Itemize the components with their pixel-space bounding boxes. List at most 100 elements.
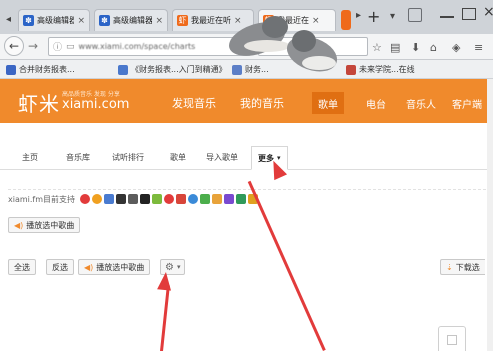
xiami-icon[interactable] — [341, 10, 351, 30]
bookmark-item[interactable]: 合并财务报表... — [6, 63, 75, 76]
logo-domain: xiami.com — [62, 97, 130, 112]
service-icon[interactable] — [236, 194, 247, 204]
service-icon[interactable] — [80, 194, 91, 204]
window-minimize-icon[interactable] — [440, 16, 454, 18]
tab-label: 我最近在 — [277, 16, 309, 25]
select-all-label: 全选 — [14, 262, 30, 272]
back-to-top-widget[interactable] — [438, 326, 466, 351]
apple-icon[interactable] — [116, 194, 127, 204]
close-icon[interactable]: × — [234, 16, 242, 26]
reading-list-icon[interactable]: ▤ — [390, 41, 400, 54]
subnav-charts[interactable]: 试听排行 — [112, 147, 144, 167]
service-icon[interactable] — [164, 194, 175, 204]
service-icon[interactable] — [92, 194, 103, 204]
tab-scroll-right-button[interactable]: ▸ — [356, 10, 361, 21]
window-restore-icon[interactable] — [408, 8, 422, 22]
baidu-paw-icon: ✽ — [23, 15, 34, 26]
browser-tab-bar: ◂ ✽ 高级编辑器 × ✽ 高级编辑器 × 虾 我最近在听 × 虾 我最近在 ×… — [0, 0, 493, 34]
xiami-icon: 虾 — [263, 15, 274, 26]
site-identity-icon: ▭ — [66, 41, 75, 52]
service-icon[interactable] — [200, 194, 211, 204]
download-icon: ⇣ — [446, 262, 453, 272]
window-maximize-icon[interactable] — [462, 8, 476, 20]
bookmark-label: 合并财务报表... — [19, 65, 75, 74]
subnav-library[interactable]: 音乐库 — [66, 147, 90, 167]
nav-radio[interactable]: 电台 — [360, 92, 392, 114]
nav-client[interactable]: 客户端 — [446, 92, 488, 114]
service-icon[interactable] — [104, 194, 115, 204]
xiami-logo[interactable]: 虾米 — [18, 88, 60, 117]
qr-code-icon — [447, 335, 457, 345]
bookmark-label: 财务... — [245, 65, 269, 74]
menu-hamburger-icon[interactable]: ≡ — [474, 41, 483, 54]
tab-label: 高级编辑器 — [113, 16, 153, 25]
bookmark-icon — [232, 64, 242, 75]
subnav-home[interactable]: 主页 — [22, 147, 38, 167]
service-icon[interactable] — [140, 194, 151, 204]
tab-editor-1[interactable]: ✽ 高级编辑器 × — [18, 9, 90, 31]
invert-selection-button[interactable]: 反选 — [46, 259, 74, 275]
select-all-button[interactable]: 全选 — [8, 259, 36, 275]
tab-list-chevron-down-icon[interactable]: ▾ — [390, 11, 395, 22]
page-scrollbar[interactable] — [487, 79, 493, 351]
play-selected-label: 播放选中歌曲 — [96, 262, 145, 272]
bookmark-star-icon[interactable]: ☆ — [372, 41, 382, 54]
bookmark-item[interactable]: 财务... — [232, 63, 269, 76]
tab-label: 高级编辑器 — [37, 16, 75, 25]
bookmark-icon — [6, 64, 16, 75]
close-icon[interactable]: × — [155, 16, 163, 26]
service-icon[interactable] — [188, 194, 199, 204]
bookmark-icon — [346, 64, 356, 75]
speaker-icon: ◀) — [14, 220, 24, 230]
close-icon[interactable]: × — [312, 16, 320, 26]
forward-arrow-icon[interactable]: → — [28, 39, 38, 53]
url-text[interactable]: www.xiami.com/space/charts — [79, 42, 234, 51]
browser-nav-bar: ← → ⓘ ▭ www.xiami.com/space/charts ↻ ⌕ ☆… — [0, 34, 493, 60]
new-tab-button[interactable]: + — [367, 7, 380, 26]
pocket-icon[interactable]: ◈ — [452, 41, 460, 54]
play-selected-button-top[interactable]: ◀) 播放选中歌曲 — [8, 217, 81, 233]
download-icon[interactable]: ⬇ — [411, 41, 420, 54]
supported-services-row: xiami.fm目前支持 — [8, 189, 486, 208]
search-input[interactable]: ⌕ — [258, 37, 368, 56]
nav-musicians[interactable]: 音乐人 — [400, 92, 442, 114]
service-icon[interactable] — [212, 194, 223, 204]
reload-icon[interactable]: ↻ — [238, 41, 246, 52]
tab-editor-2[interactable]: ✽ 高级编辑器 × — [94, 9, 168, 31]
nav-discover-music[interactable]: 发现音乐 — [172, 95, 216, 111]
weibo-icon[interactable] — [176, 194, 187, 204]
service-icon[interactable] — [224, 194, 235, 204]
tab-xiami-active[interactable]: 虾 我最近在 × — [258, 9, 336, 31]
nav-my-music[interactable]: 我的音乐 — [240, 95, 284, 111]
home-icon[interactable]: ⌂ — [430, 41, 437, 54]
bookmarks-bar: 合并财务报表... 《财务报表...入门到精通》 财务... 未来学院...在线 — [0, 60, 493, 79]
window-close-icon[interactable]: × — [483, 4, 493, 20]
service-icon[interactable] — [128, 194, 139, 204]
annotation-arrowhead — [157, 271, 173, 291]
bookmark-item[interactable]: 《财务报表...入门到精通》 — [118, 63, 227, 76]
search-icon: ⌕ — [263, 41, 269, 51]
bookmark-icon — [118, 64, 128, 75]
speaker-icon: ◀) — [84, 262, 94, 272]
play-selected-button[interactable]: ◀) 播放选中歌曲 — [78, 259, 151, 275]
tab-xiami-1[interactable]: 虾 我最近在听 × — [172, 9, 254, 31]
gear-icon: ⚙ — [165, 261, 174, 273]
play-selected-label: 播放选中歌曲 — [26, 220, 75, 230]
close-icon[interactable]: × — [77, 16, 85, 26]
baidu-paw-icon: ✽ — [99, 15, 110, 26]
subnav-import[interactable]: 导入歌单 — [206, 147, 238, 167]
back-arrow-icon[interactable]: ← — [4, 36, 24, 56]
download-selected-button[interactable]: ⇣ 下载选 — [440, 259, 485, 275]
android-icon[interactable] — [152, 194, 163, 204]
tab-scroll-left-button[interactable]: ◂ — [2, 10, 15, 29]
subnav-playlists[interactable]: 歌单 — [170, 147, 186, 167]
supported-services-text: xiami.fm目前支持 — [8, 194, 76, 204]
xiami-icon: 虾 — [177, 15, 188, 26]
bookmark-label: 未来学院...在线 — [359, 65, 415, 74]
download-label: 下载选 — [455, 262, 480, 272]
tab-label: 我最近在听 — [191, 16, 231, 25]
info-icon[interactable]: ⓘ — [53, 40, 62, 53]
url-bar[interactable]: ⓘ ▭ www.xiami.com/space/charts ↻ — [48, 37, 251, 56]
bookmark-item[interactable]: 未来学院...在线 — [346, 63, 415, 76]
nav-playlists[interactable]: 歌单 — [312, 92, 344, 114]
